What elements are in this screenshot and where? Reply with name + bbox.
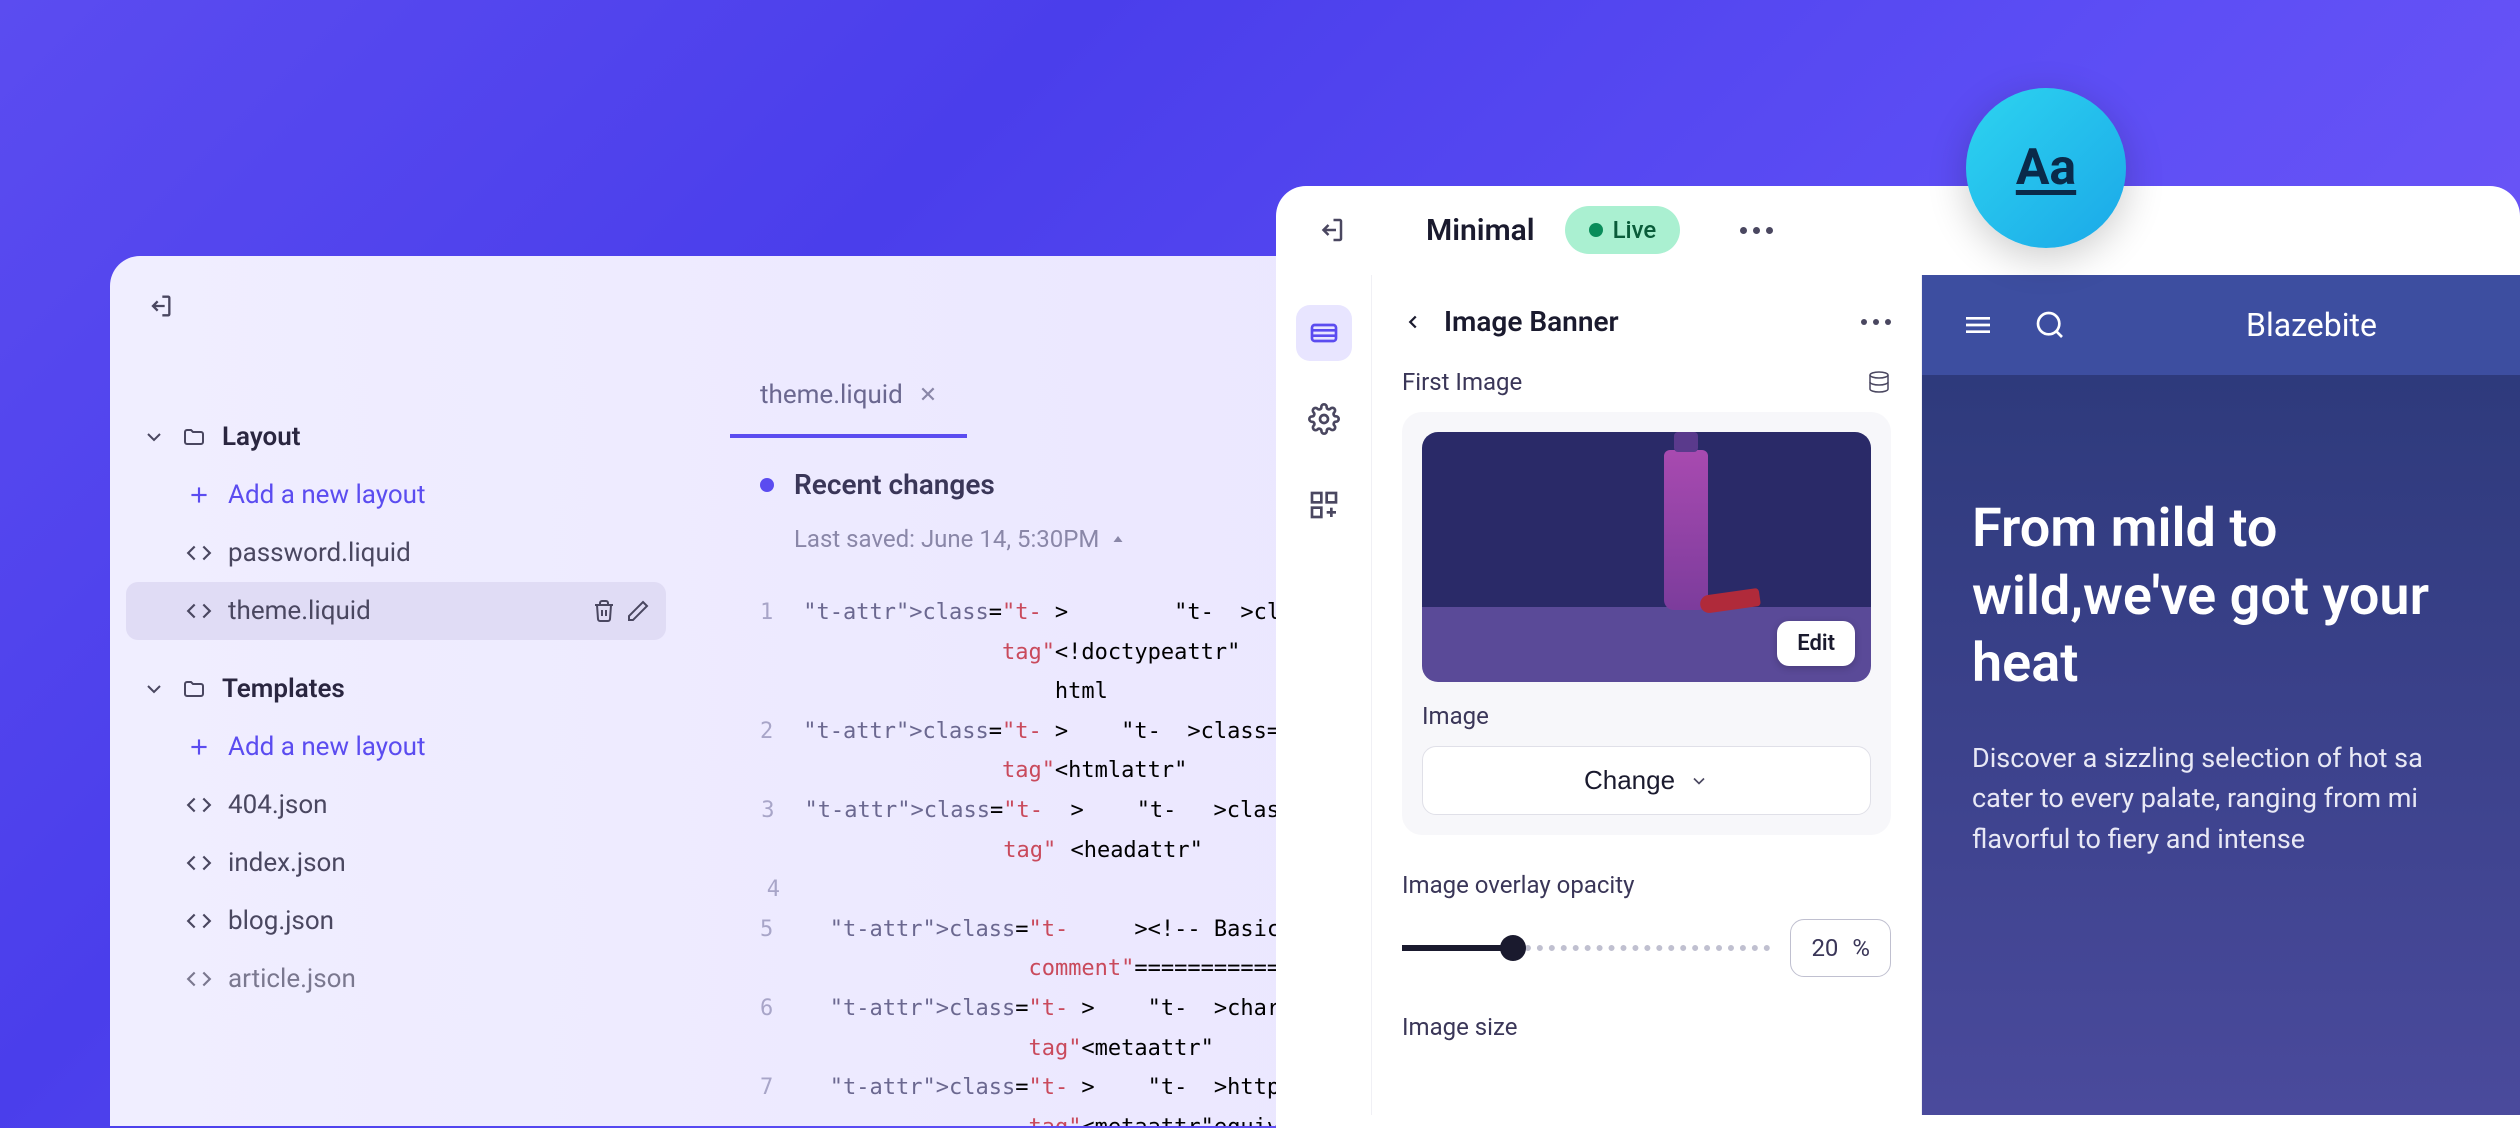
file-name: 404.json [228,790,328,820]
code-editor-window: Layout Add a new layout password.liquid … [110,256,1340,1126]
file-item-article[interactable]: article.json [126,950,666,1008]
panel-header: Image Banner [1402,305,1891,338]
caret-up-icon[interactable] [1109,530,1127,548]
exit-icon[interactable] [144,290,176,322]
code-icon [186,850,212,876]
icon-rail [1276,275,1372,1115]
code-icon [186,540,212,566]
trash-icon[interactable] [592,599,616,623]
gear-icon[interactable] [1296,391,1352,447]
status-dot-icon [1589,223,1603,237]
file-item-theme[interactable]: theme.liquid [126,582,666,640]
file-name: password.liquid [228,538,411,568]
pencil-icon[interactable] [626,599,650,623]
file-tree: Layout Add a new layout password.liquid … [126,408,666,1008]
image-size-label: Image size [1402,1013,1891,1041]
file-item-index[interactable]: index.json [126,834,666,892]
settings-panel: Image Banner First Image Edit Image Chan… [1372,275,1922,1115]
code-icon [186,908,212,934]
edit-image-button[interactable]: Edit [1777,621,1855,666]
menu-icon[interactable] [1962,309,1994,341]
file-item-blog[interactable]: blog.json [126,892,666,950]
last-saved-text: Last saved: June 14, 5:30PM [730,511,1340,583]
editor-pane: theme.liquid ✕ Recent changes Last saved… [730,356,1340,1126]
image-size-setting: Image size [1402,1013,1891,1041]
tab-label: theme.liquid [760,380,903,410]
plus-icon [186,734,212,760]
hero-section: From mild to wild,we've got your heat Di… [1922,375,2520,1115]
close-icon[interactable]: ✕ [919,383,937,408]
apps-icon[interactable] [1296,477,1352,533]
more-icon[interactable] [1740,227,1773,234]
pepper-graphic [1699,588,1761,614]
file-name: theme.liquid [228,596,371,626]
product-bottle-graphic [1664,450,1708,610]
exit-icon[interactable] [1316,215,1346,245]
sections-icon[interactable] [1296,305,1352,361]
code-icon [186,966,212,992]
section-title: Image Banner [1444,305,1619,338]
live-badge: Live [1565,206,1681,254]
preview-pane: Blazebite From mild to wild,we've got yo… [1922,275,2520,1115]
file-item-password[interactable]: password.liquid [126,524,666,582]
code-editor[interactable]: 1"t-attr">class="t-tag"><!doctype html"t… [730,583,1340,1126]
add-label: Add a new layout [228,480,426,510]
add-label: Add a new layout [228,732,426,762]
chevron-down-icon [1689,771,1709,791]
file-name: article.json [228,964,356,994]
theme-customizer-window: Minimal Live Image Banner [1276,186,2520,1128]
section-label: Layout [222,422,301,452]
editor-tab[interactable]: theme.liquid ✕ [730,356,967,438]
opacity-setting: Image overlay opacity 20 % [1402,871,1891,977]
more-icon[interactable] [1861,319,1891,325]
opacity-label: Image overlay opacity [1402,871,1891,899]
code-icon [186,598,212,624]
folder-icon [182,425,206,449]
chevron-down-icon [142,425,166,449]
plus-icon [186,482,212,508]
hero-title: From mild to wild,we've got your heat [1972,495,2470,698]
recent-changes-title: Recent changes [794,468,995,501]
first-image-label: First Image [1402,368,1522,396]
file-item-404[interactable]: 404.json [126,776,666,834]
folder-icon [182,677,206,701]
image-label: Image [1422,702,1871,730]
chevron-down-icon [142,677,166,701]
file-name: blog.json [228,906,334,936]
opacity-slider[interactable] [1402,945,1770,951]
typography-badge: Aa [1966,88,2126,248]
recent-changes-header: Recent changes [730,438,1340,511]
search-icon[interactable] [2034,309,2066,341]
change-button[interactable]: Change [1422,746,1871,815]
image-preview: Edit [1422,432,1871,682]
file-name: index.json [228,848,346,878]
preview-header: Blazebite [1922,275,2520,375]
tree-section-layout[interactable]: Layout [126,408,666,466]
section-label: Templates [222,674,345,704]
add-layout-button[interactable]: Add a new layout [126,466,666,524]
add-template-button[interactable]: Add a new layout [126,718,666,776]
tree-section-templates[interactable]: Templates [126,660,666,718]
brand-name: Blazebite [2246,306,2377,344]
code-icon [186,792,212,818]
hero-subtitle: Discover a sizzling selection of hot sa … [1972,738,2470,860]
chevron-left-icon[interactable] [1402,311,1424,333]
opacity-value-box[interactable]: 20 % [1790,919,1891,977]
typography-icon: Aa [2016,139,2076,197]
status-dot-icon [760,478,774,492]
customizer-header: Minimal Live [1276,186,2520,275]
database-icon[interactable] [1867,370,1891,394]
theme-name: Minimal [1426,213,1535,248]
image-card: Edit Image Change [1402,412,1891,835]
